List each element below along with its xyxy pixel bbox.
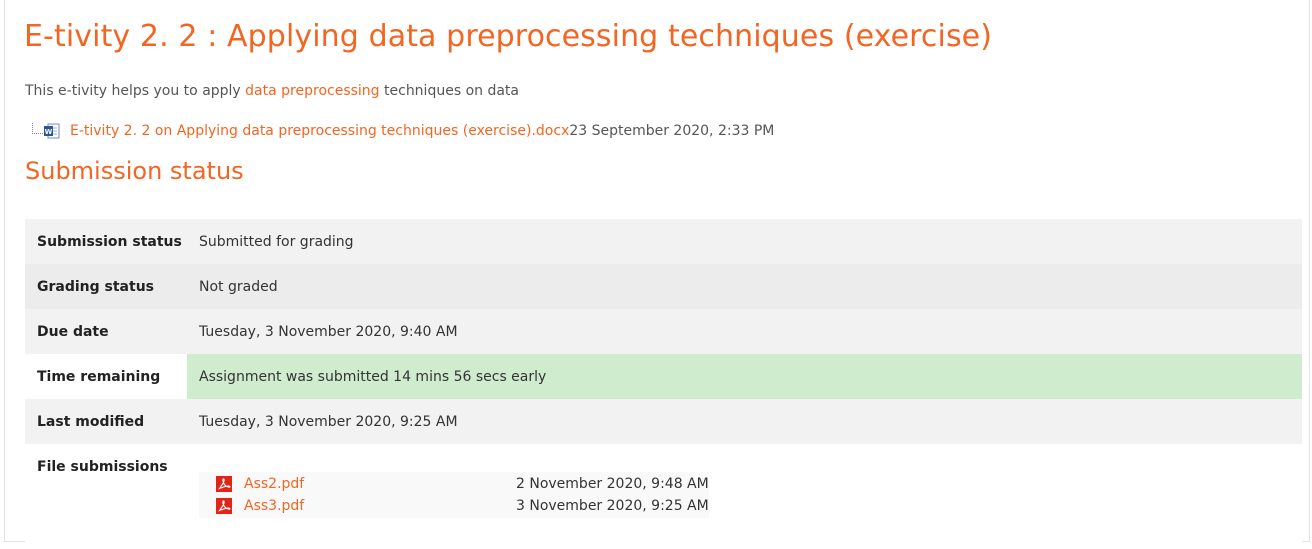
table-row: File submissions Ass2.pdf 2 November 202… — [25, 444, 1302, 543]
row-label: Last modified — [25, 399, 187, 444]
file-date: 2 November 2020, 9:48 AM — [516, 476, 709, 492]
table-row: Time remaining Assignment was submitted … — [25, 354, 1302, 399]
table-row: Grading status Not graded — [25, 264, 1302, 309]
intro-prefix: This e-tivity helps you to apply — [25, 83, 246, 99]
row-label: Submission status — [25, 219, 187, 264]
table-row: Last modified Tuesday, 3 November 2020, … — [25, 399, 1302, 444]
pdf-icon — [216, 476, 232, 492]
list-item: Ass2.pdf 2 November 2020, 9:48 AM — [199, 473, 709, 495]
svg-text:W: W — [45, 128, 53, 136]
attachment-file-link[interactable]: E-tivity 2. 2 on Applying data preproces… — [70, 123, 569, 139]
tree-connector — [32, 122, 43, 134]
pdf-icon — [216, 498, 232, 514]
row-label: Grading status — [25, 264, 187, 309]
data-preprocessing-link[interactable]: data preprocessing — [245, 83, 379, 99]
file-date: 3 November 2020, 9:25 AM — [516, 498, 709, 514]
row-label: Due date — [25, 309, 187, 354]
word-doc-icon: W — [44, 123, 60, 139]
row-value: Tuesday, 3 November 2020, 9:25 AM — [187, 399, 1302, 444]
row-value: Assignment was submitted 14 mins 56 secs… — [187, 354, 1302, 399]
intro-suffix: techniques on data — [379, 83, 519, 99]
table-row: Due date Tuesday, 3 November 2020, 9:40 … — [25, 309, 1302, 354]
row-value: Submitted for grading — [187, 219, 1302, 264]
row-label: Time remaining — [25, 354, 187, 399]
file-link[interactable]: Ass3.pdf — [244, 498, 516, 514]
intro-text: This e-tivity helps you to apply data pr… — [25, 83, 519, 99]
attachment-timestamp: 23 September 2020, 2:33 PM — [569, 123, 775, 139]
row-value: Ass2.pdf 2 November 2020, 9:48 AM Ass3.p… — [187, 444, 1302, 543]
row-label: File submissions — [25, 444, 187, 543]
submission-status-heading: Submission status — [25, 157, 244, 185]
row-value: Not graded — [187, 264, 1302, 309]
list-item: Ass3.pdf 3 November 2020, 9:25 AM — [199, 495, 709, 517]
submission-status-table: Submission status Submitted for grading … — [25, 219, 1302, 543]
attachment-row: W E-tivity 2. 2 on Applying data preproc… — [32, 121, 774, 141]
table-row: Submission status Submitted for grading — [25, 219, 1302, 264]
file-link[interactable]: Ass2.pdf — [244, 476, 516, 492]
row-value: Tuesday, 3 November 2020, 9:40 AM — [187, 309, 1302, 354]
file-list: Ass2.pdf 2 November 2020, 9:48 AM Ass3.p… — [199, 472, 709, 518]
page-title: E-tivity 2. 2 : Applying data preprocess… — [24, 19, 993, 54]
